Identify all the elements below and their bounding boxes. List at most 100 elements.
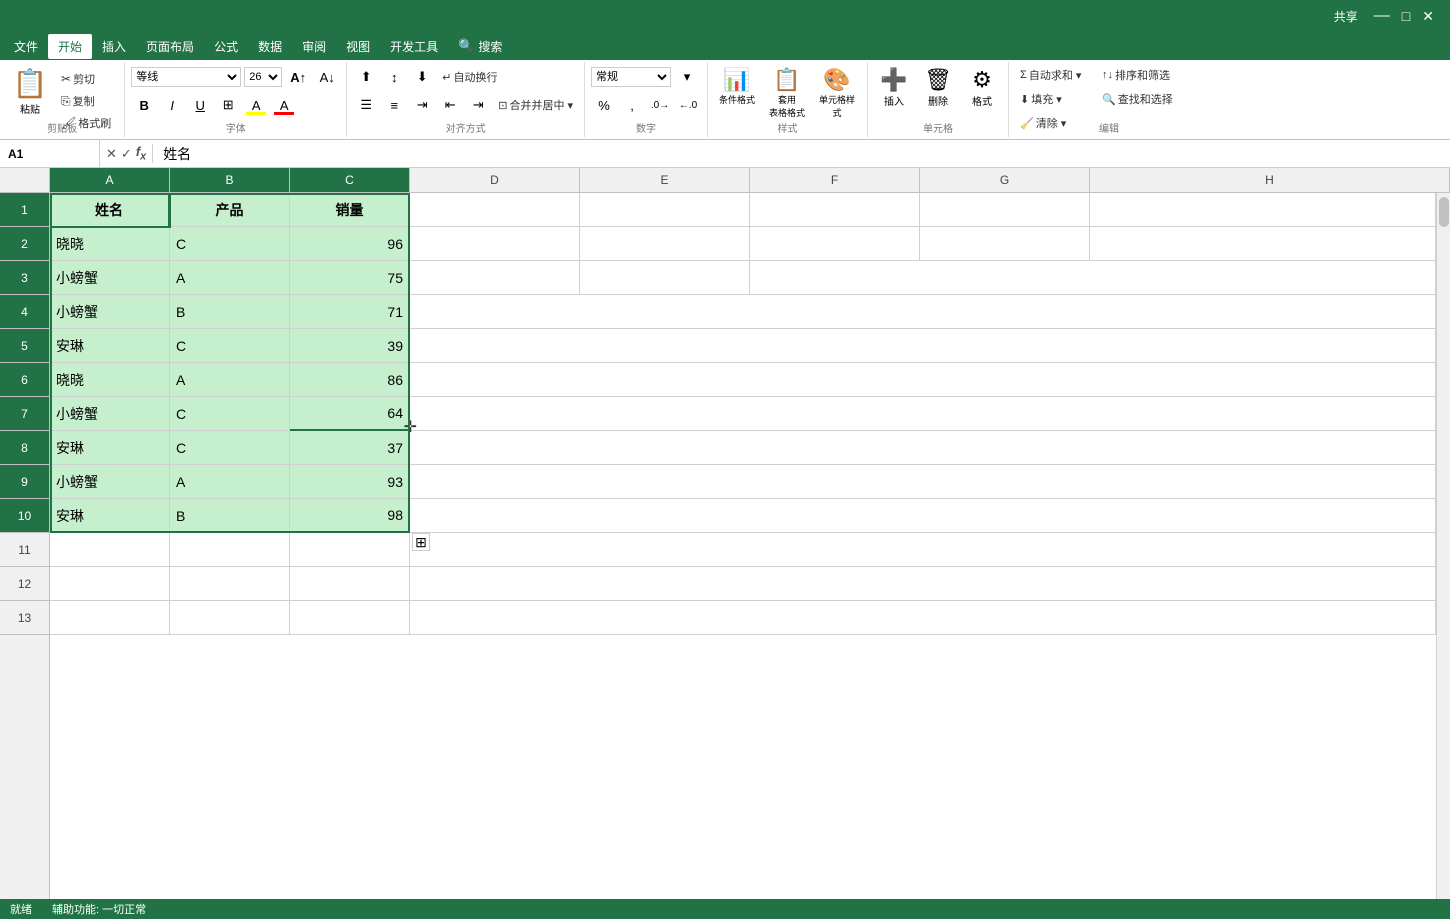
- name-box[interactable]: A1: [0, 140, 100, 167]
- col-header-H[interactable]: H: [1090, 168, 1450, 192]
- italic-button[interactable]: I: [159, 93, 185, 117]
- align-left-button[interactable]: ☰: [353, 93, 379, 117]
- cell-F1[interactable]: [750, 193, 920, 227]
- bold-button[interactable]: B: [131, 93, 157, 117]
- row-header-8[interactable]: 8: [0, 431, 49, 465]
- format-button[interactable]: ⚙ 格式: [962, 65, 1002, 110]
- formula-content[interactable]: 姓名: [153, 144, 1450, 164]
- menu-home[interactable]: 开始: [48, 34, 92, 59]
- cell-rest9[interactable]: [410, 465, 1436, 499]
- underline-button[interactable]: U: [187, 93, 213, 117]
- cell-B3[interactable]: A: [170, 261, 290, 295]
- cell-rest13[interactable]: [410, 601, 1436, 635]
- col-header-D[interactable]: D: [410, 168, 580, 192]
- menu-page-layout[interactable]: 页面布局: [136, 34, 204, 59]
- cell-rest11[interactable]: [410, 533, 1436, 567]
- row-header-9[interactable]: 9: [0, 465, 49, 499]
- align-middle-button[interactable]: ↕: [381, 65, 407, 89]
- cell-E1[interactable]: [580, 193, 750, 227]
- cell-A12[interactable]: [50, 567, 170, 601]
- menu-file[interactable]: 文件: [4, 34, 48, 59]
- row-header-2[interactable]: 2: [0, 227, 49, 261]
- wrap-text-button[interactable]: ↵自动换行: [437, 67, 502, 87]
- share-button[interactable]: 共享: [1334, 8, 1358, 25]
- decrease-font-button[interactable]: A↓: [314, 65, 340, 89]
- cell-B9[interactable]: A: [170, 465, 290, 499]
- find-select-button[interactable]: 🔍查找和选择: [1097, 89, 1178, 109]
- number-format-select[interactable]: 常规: [591, 67, 671, 87]
- col-header-C[interactable]: C: [290, 168, 410, 192]
- cell-rest7[interactable]: [410, 397, 1436, 431]
- cell-G2[interactable]: [920, 227, 1090, 261]
- cell-rest12[interactable]: [410, 567, 1436, 601]
- cell-rest10[interactable]: [410, 499, 1436, 533]
- indent-inc-button[interactable]: ⇥: [465, 93, 491, 117]
- row-header-3[interactable]: 3: [0, 261, 49, 295]
- align-center-button[interactable]: ≡: [381, 93, 407, 117]
- autosum-button[interactable]: Σ自动求和 ▾: [1015, 65, 1095, 85]
- cell-C8[interactable]: 37: [290, 431, 410, 465]
- align-right-button[interactable]: ⇥: [409, 93, 435, 117]
- paste-options-icon[interactable]: ⊞: [412, 533, 430, 551]
- cell-A13[interactable]: [50, 601, 170, 635]
- fill-handle[interactable]: ✛: [404, 417, 417, 437]
- cell-A3[interactable]: 小螃蟹: [50, 261, 170, 295]
- conditional-format-button[interactable]: 📊 条件格式: [714, 65, 760, 108]
- merge-center-button[interactable]: ⊡合并并居中 ▾: [493, 95, 578, 115]
- comma-button[interactable]: ,: [619, 93, 645, 117]
- decrease-decimal-button[interactable]: ←.0: [675, 93, 701, 117]
- col-header-G[interactable]: G: [920, 168, 1090, 192]
- cell-A8[interactable]: 安琳: [50, 431, 170, 465]
- cut-button[interactable]: ✂剪切: [56, 69, 116, 89]
- cell-H1[interactable]: [1090, 193, 1436, 227]
- cell-B4[interactable]: B: [170, 295, 290, 329]
- menu-insert[interactable]: 插入: [92, 34, 136, 59]
- cell-C11[interactable]: [290, 533, 410, 567]
- cell-C9[interactable]: 93: [290, 465, 410, 499]
- cell-rest5[interactable]: [410, 329, 1436, 363]
- cell-C3[interactable]: 75: [290, 261, 410, 295]
- cell-B7[interactable]: C: [170, 397, 290, 431]
- cell-C10[interactable]: 98: [290, 499, 410, 533]
- delete-button[interactable]: 🗑 删除: [918, 65, 958, 110]
- cell-A1[interactable]: 姓名: [50, 193, 170, 227]
- font-size-select[interactable]: 26: [244, 67, 282, 87]
- fill-color-button[interactable]: A: [243, 93, 269, 117]
- cell-C1[interactable]: 销量: [290, 193, 410, 227]
- table-format-button[interactable]: 📋 套用表格格式: [764, 65, 810, 121]
- vertical-scrollbar[interactable]: [1436, 193, 1450, 899]
- cell-C5[interactable]: 39: [290, 329, 410, 363]
- menu-formula[interactable]: 公式: [204, 34, 248, 59]
- menu-data[interactable]: 数据: [248, 34, 292, 59]
- cell-A2[interactable]: 晓晓: [50, 227, 170, 261]
- cell-B6[interactable]: A: [170, 363, 290, 397]
- cell-H2[interactable]: [1090, 227, 1436, 261]
- col-header-E[interactable]: E: [580, 168, 750, 192]
- cell-styles-button[interactable]: 🎨 单元格样式: [814, 65, 860, 121]
- copy-button[interactable]: ⎘复制: [56, 91, 116, 111]
- row-header-13[interactable]: 13: [0, 601, 49, 635]
- cell-rest8[interactable]: [410, 431, 1436, 465]
- close-button[interactable]: ✕: [1422, 8, 1434, 25]
- cell-B2[interactable]: C: [170, 227, 290, 261]
- cell-rest3[interactable]: [750, 261, 1436, 295]
- cell-A4[interactable]: 小螃蟹: [50, 295, 170, 329]
- maximize-button[interactable]: □: [1402, 8, 1410, 24]
- cell-D1[interactable]: [410, 193, 580, 227]
- cell-G1[interactable]: [920, 193, 1090, 227]
- cell-B5[interactable]: C: [170, 329, 290, 363]
- font-color-button[interactable]: A: [271, 93, 297, 117]
- col-header-B[interactable]: B: [170, 168, 290, 192]
- cell-E2[interactable]: [580, 227, 750, 261]
- row-header-4[interactable]: 4: [0, 295, 49, 329]
- sort-filter-button[interactable]: ↑↓排序和筛选: [1097, 65, 1175, 85]
- scrollbar-thumb[interactable]: [1439, 197, 1449, 227]
- insert-button[interactable]: ➕ 插入: [874, 65, 914, 110]
- menu-search[interactable]: 🔍搜索: [448, 34, 512, 59]
- cell-E3[interactable]: [580, 261, 750, 295]
- cell-B11[interactable]: [170, 533, 290, 567]
- row-header-7[interactable]: 7: [0, 397, 49, 431]
- minimize-button[interactable]: —: [1374, 7, 1390, 25]
- cell-D2[interactable]: [410, 227, 580, 261]
- cell-A5[interactable]: 安琳: [50, 329, 170, 363]
